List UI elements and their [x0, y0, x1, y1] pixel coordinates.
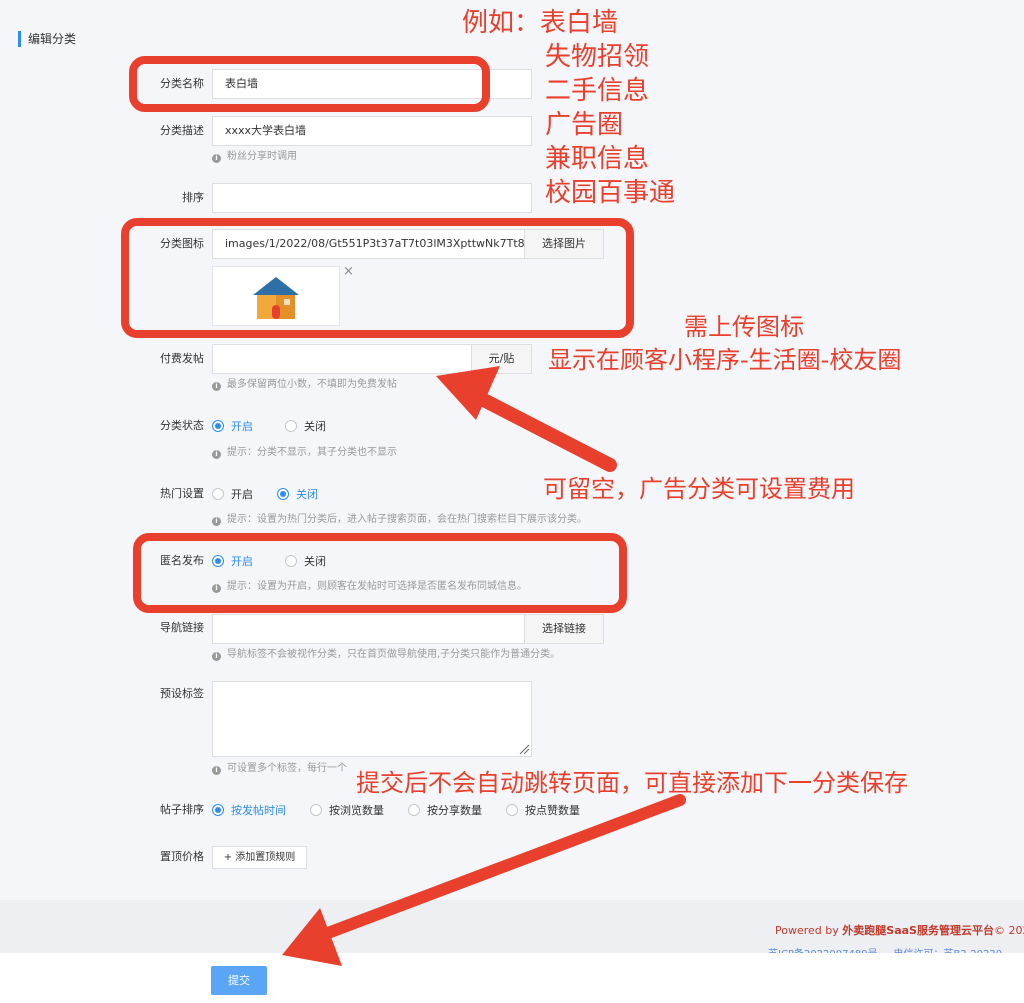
sort-input[interactable]: [212, 183, 532, 213]
sort-by-likes-radio[interactable]: 按点赞数量: [506, 802, 580, 818]
status-label: 分类状态: [160, 419, 204, 432]
hot-hint-text: 提示：设置为热门分类后，进入帖子搜索页面，会在热门搜索栏目下展示该分类。: [227, 514, 587, 525]
tags-hint: i 可设置多个标签，每行一个: [212, 762, 347, 776]
arrow-to-fee: [436, 366, 617, 472]
choose-link-button[interactable]: 选择链接: [524, 614, 604, 644]
annotation-example-1: 失物招领: [545, 42, 650, 72]
desc-hint-text: 粉丝分享时调用: [227, 151, 297, 162]
post-sort-label: 帖子排序: [160, 803, 204, 816]
status-hint-text: 提示：分类不显示，其子分类也不显示: [227, 447, 397, 458]
section-title: 编辑分类: [18, 31, 76, 47]
sort-by-views-radio[interactable]: 按浏览数量: [310, 802, 384, 818]
desc-input[interactable]: xxxx大学表白墙: [212, 116, 532, 146]
tags-textarea[interactable]: [212, 681, 532, 757]
annotation-example-4: 兼职信息: [545, 144, 650, 174]
add-top-rule-button[interactable]: + 添加置顶规则: [212, 846, 307, 869]
desc-hint: i 粉丝分享时调用: [212, 150, 297, 164]
status-on-radio[interactable]: 开启: [212, 418, 253, 434]
hot-off-radio[interactable]: 关闭: [277, 486, 318, 502]
annotation-example-5: 校园百事通: [545, 178, 676, 208]
top-price-label: 置顶价格: [160, 850, 204, 863]
status-radio-group: 开启 关闭: [212, 416, 350, 436]
powered-prefix: Powered by: [775, 924, 843, 937]
annotation-icon-note-1: 显示在顾客小程序-生活圈-校友圈: [548, 346, 902, 374]
sort-by-shares-radio[interactable]: 按分享数量: [408, 802, 482, 818]
info-icon: i: [212, 517, 221, 526]
nav-hint-text: 导航标签不会被视作分类，只在首页做导航使用,子分类只能作为普通分类。: [227, 649, 561, 660]
info-icon: i: [212, 450, 221, 459]
info-icon: i: [212, 382, 221, 391]
fee-label: 付费发帖: [160, 352, 204, 365]
desc-label: 分类描述: [160, 124, 204, 137]
highlight-box-icon: [121, 218, 634, 338]
hot-hint: i 提示：设置为热门分类后，进入帖子搜索页面，会在热门搜索栏目下展示该分类。: [212, 513, 587, 527]
powered-suffix: © 202: [993, 924, 1024, 937]
info-icon: i: [212, 652, 221, 661]
annotation-icon-note-0: 需上传图标: [684, 313, 804, 341]
fee-input[interactable]: [212, 344, 472, 374]
nav-hint: i 导航标签不会被视作分类，只在首页做导航使用,子分类只能作为普通分类。: [212, 648, 560, 662]
tags-label: 预设标签: [160, 687, 204, 700]
annotation-fee-note: 可留空，广告分类可设置费用: [543, 475, 855, 503]
annotation-submit-note: 提交后不会自动跳转页面，可直接添加下一分类保存: [356, 769, 908, 797]
highlight-box-name: [129, 56, 490, 112]
info-icon: i: [212, 766, 221, 775]
hot-label: 热门设置: [160, 487, 204, 500]
submit-button[interactable]: 提交: [211, 966, 267, 995]
tags-hint-text: 可设置多个标签，每行一个: [227, 763, 347, 774]
post-sort-radio-group: 按发帖时间 按浏览数量 按分享数量 按点赞数量: [212, 800, 604, 820]
highlight-box-anon: [133, 533, 627, 613]
bottom-bar: [0, 953, 1024, 1003]
annotation-example-0: 例如：表白墙: [462, 8, 619, 38]
fee-hint-text: 最多保留两位小数，不填即为免费发帖: [227, 379, 397, 390]
footer: Powered by 外卖跑腿SaaS服务管理云平台© 202 苏ICP备202…: [0, 900, 1024, 953]
info-icon: i: [212, 154, 221, 163]
powered-by: Powered by 外卖跑腿SaaS服务管理云平台© 202: [775, 922, 1024, 938]
fee-unit: 元/贴: [471, 344, 532, 374]
status-hint: i 提示：分类不显示，其子分类也不显示: [212, 446, 397, 460]
resize-handle-icon[interactable]: [518, 743, 530, 755]
powered-brand: 外卖跑腿SaaS服务管理云平台: [842, 924, 994, 937]
fee-hint: i 最多保留两位小数，不填即为免费发帖: [212, 378, 397, 392]
hot-on-radio[interactable]: 开启: [212, 486, 253, 502]
icp-link[interactable]: 苏ICP备2022007489号 电信许可：苏B2-20220: [768, 945, 1002, 953]
sort-label: 排序: [182, 191, 204, 204]
status-off-radio[interactable]: 关闭: [285, 418, 326, 434]
annotation-example-3: 广告圈: [545, 110, 624, 140]
nav-input[interactable]: [212, 614, 525, 644]
annotation-example-2: 二手信息: [545, 76, 650, 106]
hot-radio-group: 开启 关闭: [212, 484, 342, 504]
sort-by-time-radio[interactable]: 按发帖时间: [212, 802, 286, 818]
nav-label: 导航链接: [160, 621, 204, 634]
